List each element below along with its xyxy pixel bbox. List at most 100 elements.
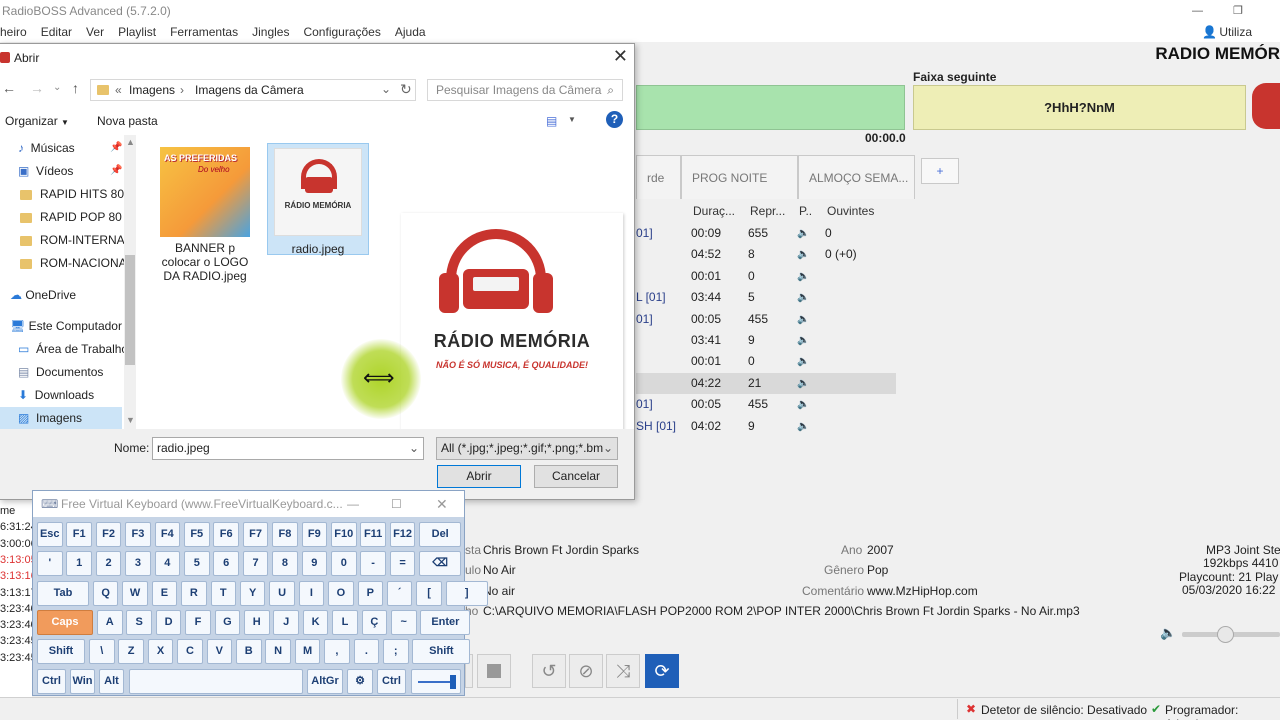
- block-button[interactable]: ⊘: [569, 654, 603, 688]
- playlist-row[interactable]: 01] 00:05 455 🔈: [636, 309, 896, 330]
- opacity-slider[interactable]: [411, 668, 461, 694]
- refresh-icon[interactable]: ↻: [400, 81, 412, 98]
- menu-tools[interactable]: Ferramentas: [170, 25, 238, 39]
- open-button[interactable]: Abrir: [437, 465, 521, 488]
- key-j[interactable]: J: [273, 609, 299, 635]
- key-2[interactable]: 2: [95, 551, 122, 577]
- nav-documents[interactable]: ▤ Documentos: [18, 361, 103, 383]
- volume-thumb[interactable]: [1217, 626, 1234, 643]
- close-icon[interactable]: ✕: [436, 491, 448, 517]
- key-symbol[interactable]: [: [416, 580, 442, 606]
- key-f6[interactable]: F6: [213, 522, 239, 547]
- key-u[interactable]: U: [269, 580, 295, 606]
- nav-onedrive[interactable]: ☁ OneDrive: [10, 284, 76, 306]
- playlist-row[interactable]: 01] 00:05 455 🔈: [636, 394, 896, 415]
- repeat-button[interactable]: ↺: [532, 654, 566, 688]
- col-p[interactable]: P..: [799, 204, 812, 218]
- tab-tarde[interactable]: rde: [636, 155, 681, 199]
- key-f12[interactable]: F12: [389, 522, 416, 547]
- key-c[interactable]: C: [177, 639, 203, 665]
- key-symbol[interactable]: ´: [386, 580, 413, 606]
- nav-scroll-thumb[interactable]: [125, 255, 135, 365]
- key-symbol[interactable]: ]: [445, 580, 488, 606]
- key-d[interactable]: D: [155, 609, 182, 635]
- key-h[interactable]: H: [244, 609, 270, 635]
- key-r[interactable]: R: [181, 580, 207, 606]
- key-shift[interactable]: Shift: [37, 639, 85, 665]
- key-esc[interactable]: Esc: [37, 522, 63, 547]
- key-f7[interactable]: F7: [242, 522, 269, 547]
- nav-folder-rom-internac[interactable]: ROM-INTERNAC: [20, 229, 133, 251]
- chevron-down-icon[interactable]: ⌄: [381, 82, 391, 96]
- key-y[interactable]: Y: [239, 580, 266, 606]
- shuffle-button[interactable]: ⤨: [606, 654, 640, 688]
- stop-button[interactable]: [477, 654, 511, 688]
- playlist-row[interactable]: L [01] 03:44 5 🔈: [636, 287, 896, 308]
- key-caps[interactable]: Caps: [37, 609, 93, 635]
- key-symbol[interactable]: ⌫: [419, 551, 462, 577]
- key-k[interactable]: K: [302, 609, 329, 635]
- search-input[interactable]: Pesquisar Imagens da Câmera ⌕: [427, 79, 623, 101]
- menu-jingles[interactable]: Jingles: [252, 25, 289, 39]
- loop-button[interactable]: ⟳: [645, 654, 679, 688]
- key-symbol[interactable]: ~: [391, 609, 417, 635]
- minimize-button[interactable]: —: [1192, 0, 1203, 22]
- key-enter[interactable]: Enter: [420, 609, 471, 635]
- filetype-select[interactable]: All (*.jpg;*.jpeg;*.gif;*.png;*.bm ⌄: [436, 437, 618, 460]
- key-ctrl[interactable]: Ctrl: [377, 668, 406, 694]
- key-3[interactable]: 3: [125, 551, 151, 577]
- cancel-button[interactable]: Cancelar: [534, 465, 618, 488]
- col-duration[interactable]: Duraç...: [693, 204, 735, 218]
- up-icon[interactable]: ↑: [72, 80, 79, 96]
- maximize-icon[interactable]: ☐: [391, 491, 402, 517]
- new-folder-button[interactable]: Nova pasta: [97, 114, 158, 128]
- key-symbol[interactable]: -: [360, 551, 386, 577]
- playlist-row[interactable]: 04:52 8 0 (+0) 🔈: [636, 244, 896, 265]
- minimize-icon[interactable]: —: [347, 491, 359, 517]
- nav-folder-rapid-hits[interactable]: RAPID HITS 80 e: [20, 183, 134, 205]
- path-overflow[interactable]: «: [115, 83, 122, 97]
- key-f8[interactable]: F8: [272, 522, 298, 547]
- key-win[interactable]: Win: [70, 668, 95, 694]
- nav-this-pc[interactable]: 🖥 Este Computador: [10, 315, 122, 337]
- playlist-row[interactable]: 03:41 9 🔈: [636, 330, 896, 351]
- caret-down-icon[interactable]: ▼: [568, 115, 576, 124]
- tab-almoco[interactable]: ALMOÇO SEMA...: [798, 155, 915, 199]
- view-icon[interactable]: ▤: [546, 114, 557, 128]
- key-symbol[interactable]: Ç: [361, 609, 388, 635]
- key-9[interactable]: 9: [301, 551, 328, 577]
- nav-images[interactable]: ▨ Imagens: [0, 407, 122, 429]
- key-f[interactable]: F: [185, 609, 211, 635]
- key-space[interactable]: [129, 668, 303, 694]
- back-icon[interactable]: ←: [2, 80, 16, 96]
- key-symbol[interactable]: ⚙: [347, 668, 373, 694]
- key-a[interactable]: A: [97, 609, 123, 635]
- key-z[interactable]: Z: [118, 639, 144, 665]
- add-tab-button[interactable]: +: [921, 158, 959, 184]
- key-6[interactable]: 6: [213, 551, 239, 577]
- menu-edit[interactable]: Editar: [41, 25, 72, 39]
- key-f2[interactable]: F2: [95, 522, 122, 547]
- key-q[interactable]: Q: [92, 580, 119, 606]
- key-7[interactable]: 7: [242, 551, 269, 577]
- chevron-down-icon[interactable]: ⌄: [409, 438, 419, 459]
- key-g[interactable]: G: [214, 609, 241, 635]
- key-o[interactable]: O: [328, 580, 354, 606]
- close-icon[interactable]: ✕: [613, 46, 628, 67]
- forward-icon[interactable]: →: [30, 80, 44, 96]
- menu-view[interactable]: Ver: [86, 25, 104, 39]
- playlist-row[interactable]: 01] 00:09 655 0 🔈: [636, 223, 896, 244]
- nav-videos[interactable]: ▣ Vídeos 📌: [18, 160, 122, 182]
- playlist-row[interactable]: 04:22 21 🔈: [636, 372, 896, 394]
- file-banner[interactable]: AS PREFERIDAS Do velho BANNER p colocar …: [159, 147, 251, 283]
- key-0[interactable]: 0: [331, 551, 357, 577]
- key-4[interactable]: 4: [154, 551, 181, 577]
- nav-desktop[interactable]: ▭ Área de Trabalho: [18, 338, 128, 360]
- nav-folder-rom-nacional[interactable]: ROM-NACIONA: [20, 252, 127, 274]
- key-altgr[interactable]: AltGr: [307, 668, 343, 694]
- file-radio[interactable]: RÁDIO MEMÓRIA radio.jpeg: [267, 143, 369, 256]
- key-f11[interactable]: F11: [360, 522, 386, 547]
- slider-thumb[interactable]: [450, 674, 456, 689]
- key-p[interactable]: P: [357, 580, 383, 606]
- menu-playlist[interactable]: Playlist: [118, 25, 156, 39]
